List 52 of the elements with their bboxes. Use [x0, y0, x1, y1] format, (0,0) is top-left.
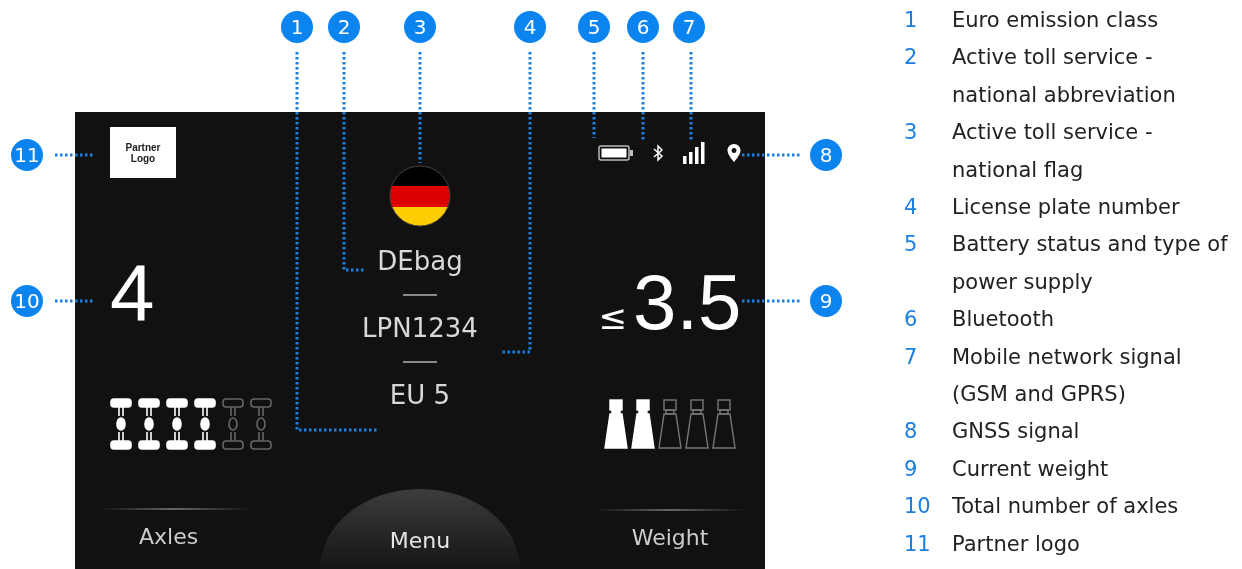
partner-logo: Partner Logo — [110, 127, 176, 178]
legend-number: 10 — [903, 493, 932, 521]
legend-text: Active toll service - national flag — [952, 119, 1154, 184]
legend-text: Partner logo — [952, 530, 1081, 558]
legend-number: 6 — [903, 306, 919, 334]
toll-service: DEbag — [377, 245, 463, 277]
legend-text: License plate number — [952, 194, 1181, 222]
legend-number: 11 — [903, 530, 932, 558]
leader-line — [742, 299, 800, 303]
callout-badge: 6 — [627, 11, 659, 43]
legend-number: 7 — [903, 343, 919, 371]
menu-button[interactable]: Menu — [320, 489, 520, 569]
callout-badge: 1 — [281, 11, 313, 43]
legend-number: 5 — [903, 231, 919, 259]
callout-badge: 9 — [810, 285, 842, 317]
callout-badge: 10 — [11, 285, 43, 317]
legend-text: Total number of axles — [952, 493, 1180, 521]
leader-line — [55, 299, 95, 303]
callout-badge: 7 — [673, 11, 705, 43]
legend-number: 8 — [903, 418, 919, 446]
flag-icon — [389, 165, 451, 227]
callout-badge: 11 — [11, 139, 43, 171]
license-plate: LPN1234 — [362, 312, 478, 344]
signal-bars-icon — [682, 142, 708, 164]
legend-text: Current weight — [952, 455, 1110, 483]
callout-badge: 8 — [810, 139, 842, 171]
legend-number: 3 — [903, 119, 919, 147]
emission-class: EU 5 — [389, 379, 451, 411]
legend-text: Bluetooth — [952, 306, 1055, 334]
weight-prefix: ≤ — [598, 297, 628, 337]
axle-count: 4 — [110, 253, 155, 333]
legend-text: GNSS signal — [952, 418, 1081, 446]
legend-text: Battery status and type of power supply — [952, 231, 1229, 296]
battery-icon — [598, 145, 634, 161]
leader-line — [55, 153, 95, 157]
callout-badge: 3 — [404, 11, 436, 43]
location-pin-icon — [726, 143, 742, 163]
current-weight: 3.5 — [633, 263, 742, 341]
callout-badge: 5 — [578, 11, 610, 43]
legend-text: Active toll service - national abbreviation — [952, 44, 1177, 109]
leader-line — [742, 153, 800, 157]
legend-text: Euro emission class — [952, 7, 1160, 34]
callout-badge: 2 — [328, 11, 360, 43]
legend-number: 1 — [903, 7, 919, 34]
legend-number: 2 — [903, 44, 919, 72]
legend-text: Mobile network signal (GSM and GPRS) — [952, 343, 1183, 409]
legend-number: 9 — [903, 455, 919, 483]
callout-badge: 4 — [514, 11, 546, 43]
legend-number: 4 — [903, 194, 919, 222]
weight-button[interactable]: Weight — [627, 525, 713, 550]
axles-button[interactable]: Axles — [135, 524, 203, 549]
bluetooth-icon — [652, 144, 664, 162]
